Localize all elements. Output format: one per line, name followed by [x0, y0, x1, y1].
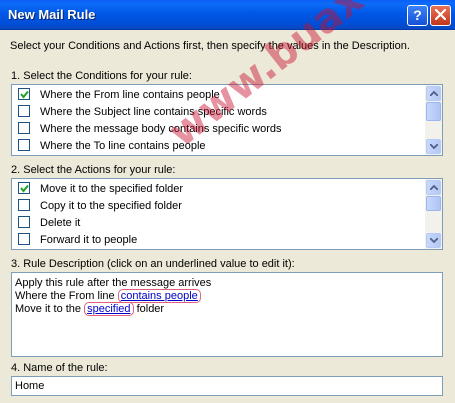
description-line-2-prefix: Where the From line: [15, 290, 118, 302]
condition-checkbox-3[interactable]: [18, 122, 30, 134]
close-icon: [435, 9, 446, 20]
condition-item-subject-contains[interactable]: Where the Subject line contains specific…: [18, 104, 267, 120]
description-line-3-prefix: Move it to the: [15, 303, 85, 315]
action-checkbox-3[interactable]: [18, 216, 30, 228]
action-item-delete[interactable]: Delete it: [18, 215, 80, 231]
condition-label-1: Where the From line contains people: [40, 89, 220, 101]
scroll-thumb[interactable]: [426, 196, 441, 211]
action-item-move[interactable]: Move it to the specified folder: [18, 181, 183, 197]
scroll-up-button[interactable]: [426, 180, 441, 195]
conditions-list[interactable]: Where the From line contains people Wher…: [11, 84, 443, 156]
description-label: 3. Rule Description (click on an underli…: [11, 258, 295, 270]
checkmark-icon: [20, 184, 29, 193]
condition-item-from-contains[interactable]: Where the From line contains people: [18, 87, 220, 103]
condition-label-3: Where the message body contains specific…: [40, 123, 282, 135]
actions-scrollbar[interactable]: [425, 179, 442, 249]
condition-checkbox-4[interactable]: [18, 139, 30, 151]
condition-label-2: Where the Subject line contains specific…: [40, 106, 267, 118]
description-line-3-suffix: folder: [133, 303, 165, 315]
close-button[interactable]: [430, 5, 451, 26]
description-line-1: Apply this rule after the message arrive…: [15, 277, 212, 289]
action-label-4: Forward it to people: [40, 234, 138, 246]
help-button[interactable]: ?: [407, 5, 428, 26]
action-item-copy[interactable]: Copy it to the specified folder: [18, 198, 182, 214]
chevron-down-icon: [429, 238, 438, 243]
title-bar[interactable]: New Mail Rule ?: [0, 0, 455, 30]
chevron-up-icon: [429, 91, 438, 96]
action-label-3: Delete it: [40, 217, 81, 229]
condition-checkbox-1[interactable]: [18, 88, 30, 100]
scroll-up-button[interactable]: [426, 86, 441, 101]
chevron-down-icon: [429, 144, 438, 149]
chevron-up-icon: [429, 185, 438, 190]
action-checkbox-1[interactable]: [18, 182, 30, 194]
action-checkbox-2[interactable]: [18, 199, 30, 211]
rule-name-input[interactable]: [11, 376, 443, 396]
condition-item-body-contains[interactable]: Where the message body contains specific…: [18, 121, 282, 137]
condition-checkbox-2[interactable]: [18, 105, 30, 117]
intro-text: Select your Conditions and Actions first…: [10, 40, 410, 52]
rule-name-label: 4. Name of the rule:: [11, 362, 108, 374]
condition-item-to-contains[interactable]: Where the To line contains people: [18, 138, 206, 154]
scroll-down-button[interactable]: [426, 233, 441, 248]
actions-label: 2. Select the Actions for your rule:: [11, 164, 176, 176]
conditions-label: 1. Select the Conditions for your rule:: [11, 70, 192, 82]
action-label-1: Move it to the specified folder: [40, 183, 184, 195]
window-title: New Mail Rule: [8, 7, 96, 22]
checkmark-icon: [20, 90, 29, 99]
new-mail-rule-dialog: New Mail Rule ? Select your Conditions a…: [0, 0, 455, 403]
scroll-down-button[interactable]: [426, 139, 441, 154]
action-item-forward[interactable]: Forward it to people: [18, 232, 137, 248]
condition-label-4: Where the To line contains people: [40, 140, 206, 152]
contains-people-link[interactable]: contains people: [117, 289, 201, 303]
scroll-thumb[interactable]: [426, 102, 441, 121]
description-line-3: Move it to the specified folder: [15, 302, 439, 316]
rule-description-box: Apply this rule after the message arrive…: [11, 272, 443, 357]
description-line-2: Where the From line contains people: [15, 289, 439, 303]
question-mark-icon: ?: [413, 7, 422, 23]
action-label-2: Copy it to the specified folder: [40, 200, 182, 212]
actions-list[interactable]: Move it to the specified folder Copy it …: [11, 178, 443, 250]
action-checkbox-4[interactable]: [18, 233, 30, 245]
specified-folder-link[interactable]: specified: [84, 302, 134, 316]
conditions-scrollbar[interactable]: [425, 85, 442, 155]
